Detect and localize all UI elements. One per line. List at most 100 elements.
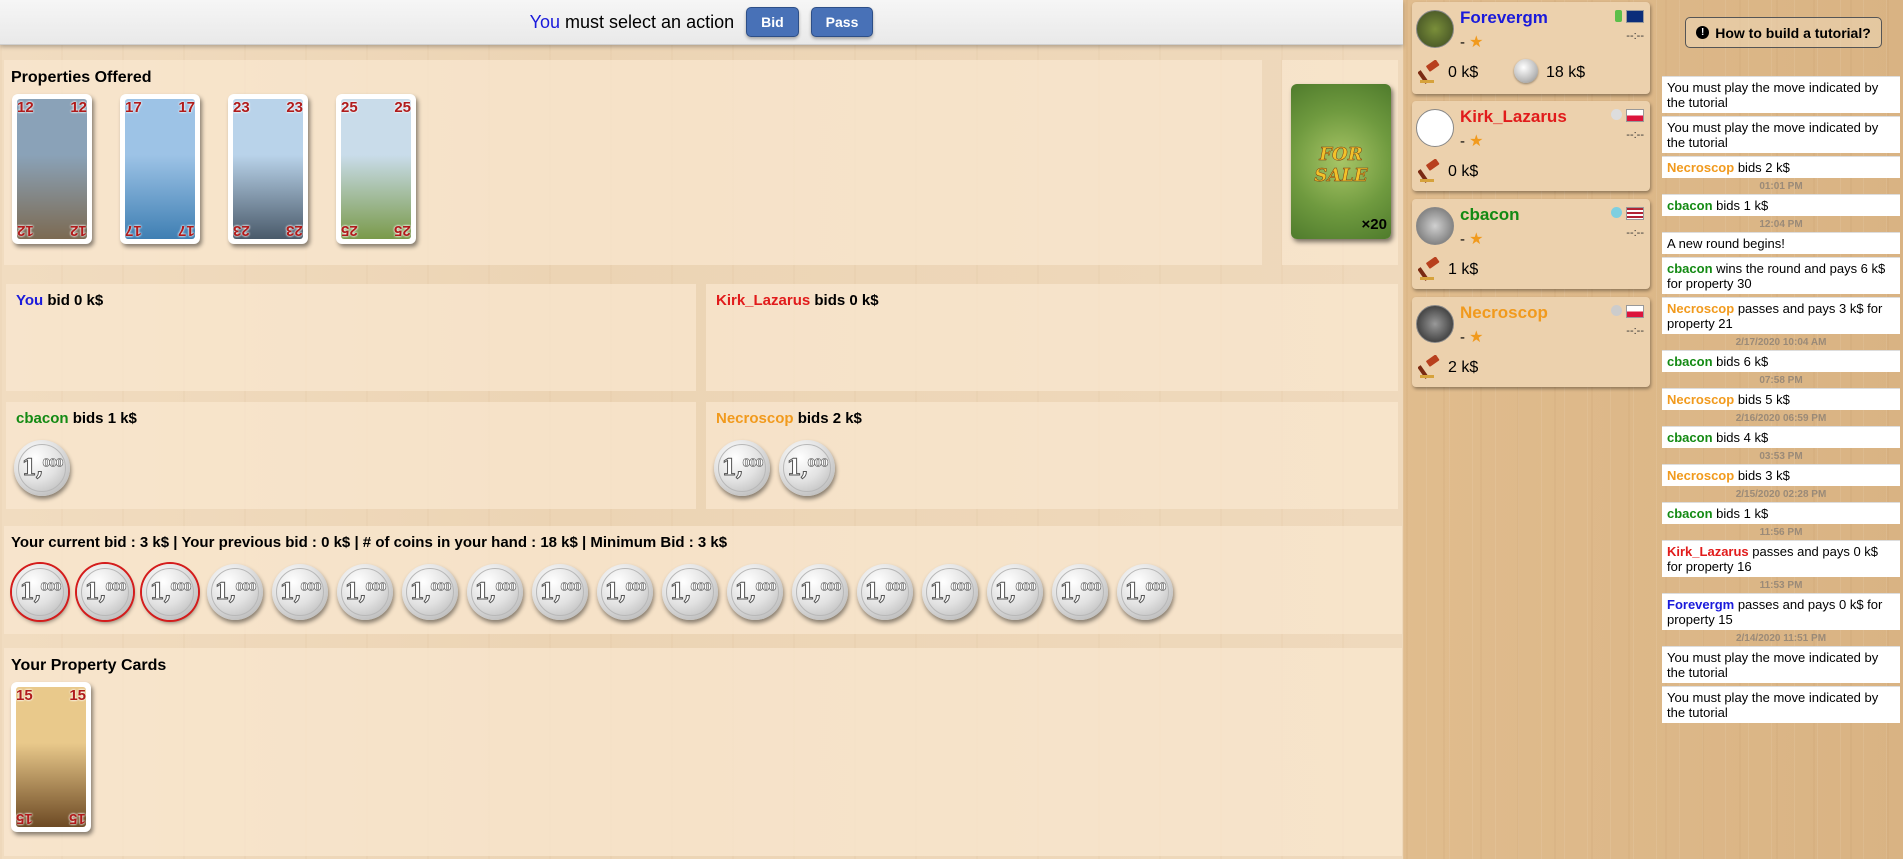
card-value: 25 — [341, 222, 358, 239]
card-art — [341, 99, 411, 239]
coin[interactable]: 1,000 — [272, 564, 328, 620]
flag-icon — [1626, 109, 1644, 122]
coin[interactable]: 1,000 — [714, 440, 770, 496]
bid-label-you: You bid 0 k$ — [16, 292, 103, 309]
avatar[interactable] — [1416, 207, 1454, 245]
player-clock: --:-- — [1626, 30, 1644, 42]
log-player-name[interactable]: Necroscop — [1667, 301, 1734, 316]
coin[interactable]: 1,000 — [727, 564, 783, 620]
bid-button[interactable]: Bid — [746, 7, 799, 37]
hand-status: Your current bid : 3 k$ | Your previous … — [11, 534, 728, 551]
coin-value: 1,000 — [1059, 579, 1102, 606]
property-card[interactable]: 17 17 17 17 — [120, 94, 200, 244]
bid-player-cbacon: cbacon — [16, 410, 69, 427]
card-value: 15 — [69, 687, 86, 704]
log-entry: Necroscop bids 2 k$ — [1662, 156, 1900, 178]
log-player-name[interactable]: Necroscop — [1667, 160, 1734, 175]
player-name[interactable]: Forevergm — [1460, 8, 1548, 28]
log-text: You must play the move indicated by the … — [1667, 690, 1879, 720]
log-text: bids 3 k$ — [1737, 468, 1790, 483]
coin[interactable]: 1,000 — [779, 440, 835, 496]
card-value: 17 — [178, 99, 195, 116]
coin[interactable]: 1,000 — [402, 564, 458, 620]
bid-label-necro: Necroscop bids 2 k$ — [716, 410, 862, 427]
coin[interactable]: 1,000 — [662, 564, 718, 620]
coin-value: 1,000 — [409, 579, 452, 606]
property-cards-panel: Your Property Cards 15 15 15 15 — [4, 648, 1402, 856]
game-log: You must play the move indicated by the … — [1662, 76, 1900, 726]
coin-value: 1,000 — [21, 455, 64, 482]
log-entry: cbacon bids 1 k$ — [1662, 194, 1900, 216]
property-cards-title: Your Property Cards — [11, 657, 167, 674]
card-art — [16, 687, 86, 827]
player-bid: 0 k$ — [1448, 64, 1479, 81]
coin[interactable]: 1,000 — [987, 564, 1043, 620]
log-player-name[interactable]: cbacon — [1667, 506, 1713, 521]
deck-card[interactable]: FOR SALE ×20 — [1291, 84, 1391, 239]
player-score: - ★ — [1460, 34, 1484, 51]
coin[interactable]: 1,000 — [532, 564, 588, 620]
tutorial-button[interactable]: ! How to build a tutorial? — [1685, 17, 1882, 48]
player-name[interactable]: Kirk_Lazarus — [1460, 107, 1567, 127]
coin-selected[interactable]: 1,000 — [12, 564, 68, 620]
property-card[interactable]: 25 25 25 25 — [336, 94, 416, 244]
coin[interactable]: 1,000 — [14, 440, 70, 496]
bid-amount-cbacon: bids 1 k$ — [72, 410, 137, 427]
player-name[interactable]: Necroscop — [1460, 303, 1548, 323]
log-entry: Necroscop bids 3 k$ — [1662, 464, 1900, 486]
flag-icon — [1626, 305, 1644, 318]
coin-value: 1,000 — [19, 579, 62, 606]
property-card[interactable]: 15 15 15 15 — [11, 682, 91, 832]
coin-value: 1,000 — [279, 579, 322, 606]
log-player-name[interactable]: Necroscop — [1667, 468, 1734, 483]
coin[interactable]: 1,000 — [207, 564, 263, 620]
bid-amount-necro: bids 2 k$ — [797, 410, 862, 427]
log-entry: Forevergm passes and pays 0 k$ for prope… — [1662, 593, 1900, 630]
hand-panel: Your current bid : 3 k$ | Your previous … — [4, 526, 1402, 634]
log-player-name[interactable]: Necroscop — [1667, 392, 1734, 407]
gavel-icon — [1417, 158, 1444, 183]
log-player-name[interactable]: cbacon — [1667, 261, 1713, 276]
log-player-name[interactable]: cbacon — [1667, 430, 1713, 445]
coin-value: 1,000 — [994, 579, 1037, 606]
bid-area-cbacon: cbacon bids 1 k$ 1,000 — [6, 402, 696, 509]
property-card[interactable]: 23 23 23 23 — [228, 94, 308, 244]
log-player-name[interactable]: Forevergm — [1667, 597, 1734, 612]
avatar[interactable] — [1416, 10, 1454, 48]
card-value: 17 — [125, 222, 142, 239]
properties-offered-title: Properties Offered — [11, 69, 152, 86]
coin-value: 1,000 — [799, 579, 842, 606]
coin[interactable]: 1,000 — [337, 564, 393, 620]
coin-selected[interactable]: 1,000 — [142, 564, 198, 620]
avatar[interactable] — [1416, 109, 1454, 147]
log-entry: Necroscop passes and pays 3 k$ for prope… — [1662, 297, 1900, 334]
player-clock: --:-- — [1626, 227, 1644, 239]
bid-area-necro: Necroscop bids 2 k$ 1,000 1,000 — [706, 402, 1398, 509]
coin[interactable]: 1,000 — [857, 564, 913, 620]
coin[interactable]: 1,000 — [597, 564, 653, 620]
log-text: bids 1 k$ — [1716, 506, 1769, 521]
log-entry: cbacon bids 4 k$ — [1662, 426, 1900, 448]
coin[interactable]: 1,000 — [467, 564, 523, 620]
player-name[interactable]: cbacon — [1460, 205, 1520, 225]
coin-selected[interactable]: 1,000 — [77, 564, 133, 620]
player-bid: 0 k$ — [1448, 163, 1479, 180]
coin[interactable]: 1,000 — [1052, 564, 1108, 620]
coin-value: 1,000 — [604, 579, 647, 606]
coin[interactable]: 1,000 — [922, 564, 978, 620]
coin-value: 1,000 — [539, 579, 582, 606]
card-value: 23 — [286, 222, 303, 239]
player-coins: 18 k$ — [1546, 64, 1586, 81]
property-card[interactable]: 12 12 12 12 — [12, 94, 92, 244]
coin[interactable]: 1,000 — [1117, 564, 1173, 620]
log-player-name[interactable]: Kirk_Lazarus — [1667, 544, 1749, 559]
pass-button[interactable]: Pass — [810, 7, 874, 37]
flag-icon — [1626, 207, 1644, 220]
log-player-name[interactable]: cbacon — [1667, 354, 1713, 369]
coin[interactable]: 1,000 — [792, 564, 848, 620]
coin-value: 1,000 — [474, 579, 517, 606]
player-clock: --:-- — [1626, 325, 1644, 337]
avatar[interactable] — [1416, 305, 1454, 343]
log-player-name[interactable]: cbacon — [1667, 198, 1713, 213]
log-entry: Necroscop bids 5 k$ — [1662, 388, 1900, 410]
